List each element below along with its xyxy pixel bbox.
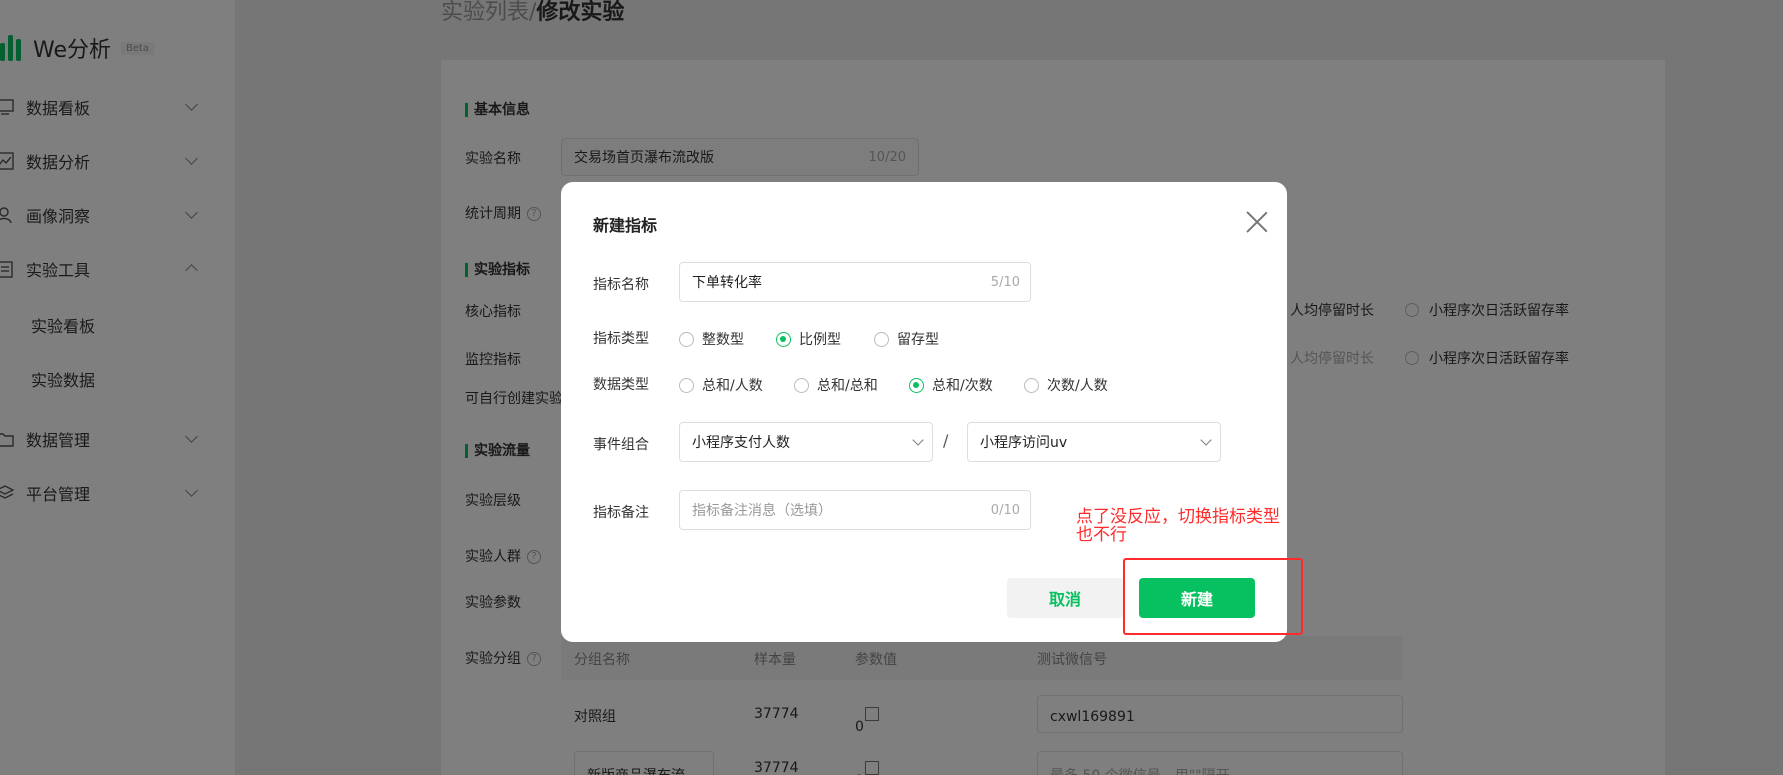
data-option-count-users[interactable]: 次数/人数 bbox=[1024, 375, 1108, 395]
option-label: 总和/人数 bbox=[702, 378, 763, 394]
radio-icon bbox=[679, 377, 694, 393]
radio-icon bbox=[794, 377, 809, 393]
type-option-retention[interactable]: 留存型 bbox=[874, 329, 939, 349]
type-option-ratio[interactable]: 比例型 bbox=[776, 329, 841, 349]
annotation-note: 点了没反应，切换指标类型也不行 bbox=[1076, 507, 1280, 545]
annotation-highlight-box bbox=[1123, 558, 1303, 635]
close-icon[interactable] bbox=[1245, 210, 1269, 234]
option-label: 留存型 bbox=[897, 332, 939, 348]
chevron-down-icon bbox=[1200, 434, 1212, 446]
radio-selected-icon bbox=[909, 377, 924, 393]
option-label: 总和/总和 bbox=[817, 378, 878, 394]
metric-name-value: 下单转化率 bbox=[692, 275, 762, 291]
radio-icon bbox=[874, 331, 889, 347]
data-type-label: 数据类型 bbox=[593, 377, 649, 393]
event-divider: / bbox=[943, 431, 949, 450]
option-label: 整数型 bbox=[702, 332, 744, 348]
event-combo-label: 事件组合 bbox=[593, 437, 649, 453]
note-count: 0/10 bbox=[990, 502, 1020, 518]
data-option-sum-users[interactable]: 总和/人数 bbox=[679, 375, 763, 395]
select-value: 小程序支付人数 bbox=[692, 435, 790, 451]
numerator-event-select[interactable]: 小程序支付人数 bbox=[679, 422, 933, 462]
metric-name-label: 指标名称 bbox=[593, 277, 649, 293]
radio-icon bbox=[679, 331, 694, 347]
option-label: 比例型 bbox=[799, 332, 841, 348]
metric-type-label: 指标类型 bbox=[593, 331, 649, 347]
cancel-button[interactable]: 取消 bbox=[1007, 578, 1123, 618]
note-placeholder: 指标备注消息（选填） bbox=[692, 503, 832, 519]
metric-name-count: 5/10 bbox=[990, 274, 1020, 290]
option-label: 总和/次数 bbox=[932, 378, 993, 394]
metric-note-input[interactable]: 指标备注消息（选填） 0/10 bbox=[679, 490, 1031, 530]
data-option-sum-count[interactable]: 总和/次数 bbox=[909, 375, 993, 395]
metric-note-label: 指标备注 bbox=[593, 505, 649, 521]
option-label: 次数/人数 bbox=[1047, 378, 1108, 394]
radio-selected-icon bbox=[776, 331, 791, 347]
metric-name-input[interactable]: 下单转化率 5/10 bbox=[679, 262, 1031, 302]
denominator-event-select[interactable]: 小程序访问uv bbox=[967, 422, 1221, 462]
type-option-integer[interactable]: 整数型 bbox=[679, 329, 744, 349]
select-value: 小程序访问uv bbox=[980, 435, 1068, 451]
dialog-title: 新建指标 bbox=[593, 216, 658, 235]
radio-icon bbox=[1024, 377, 1039, 393]
chevron-down-icon bbox=[912, 434, 924, 446]
data-option-sum-sum[interactable]: 总和/总和 bbox=[794, 375, 878, 395]
